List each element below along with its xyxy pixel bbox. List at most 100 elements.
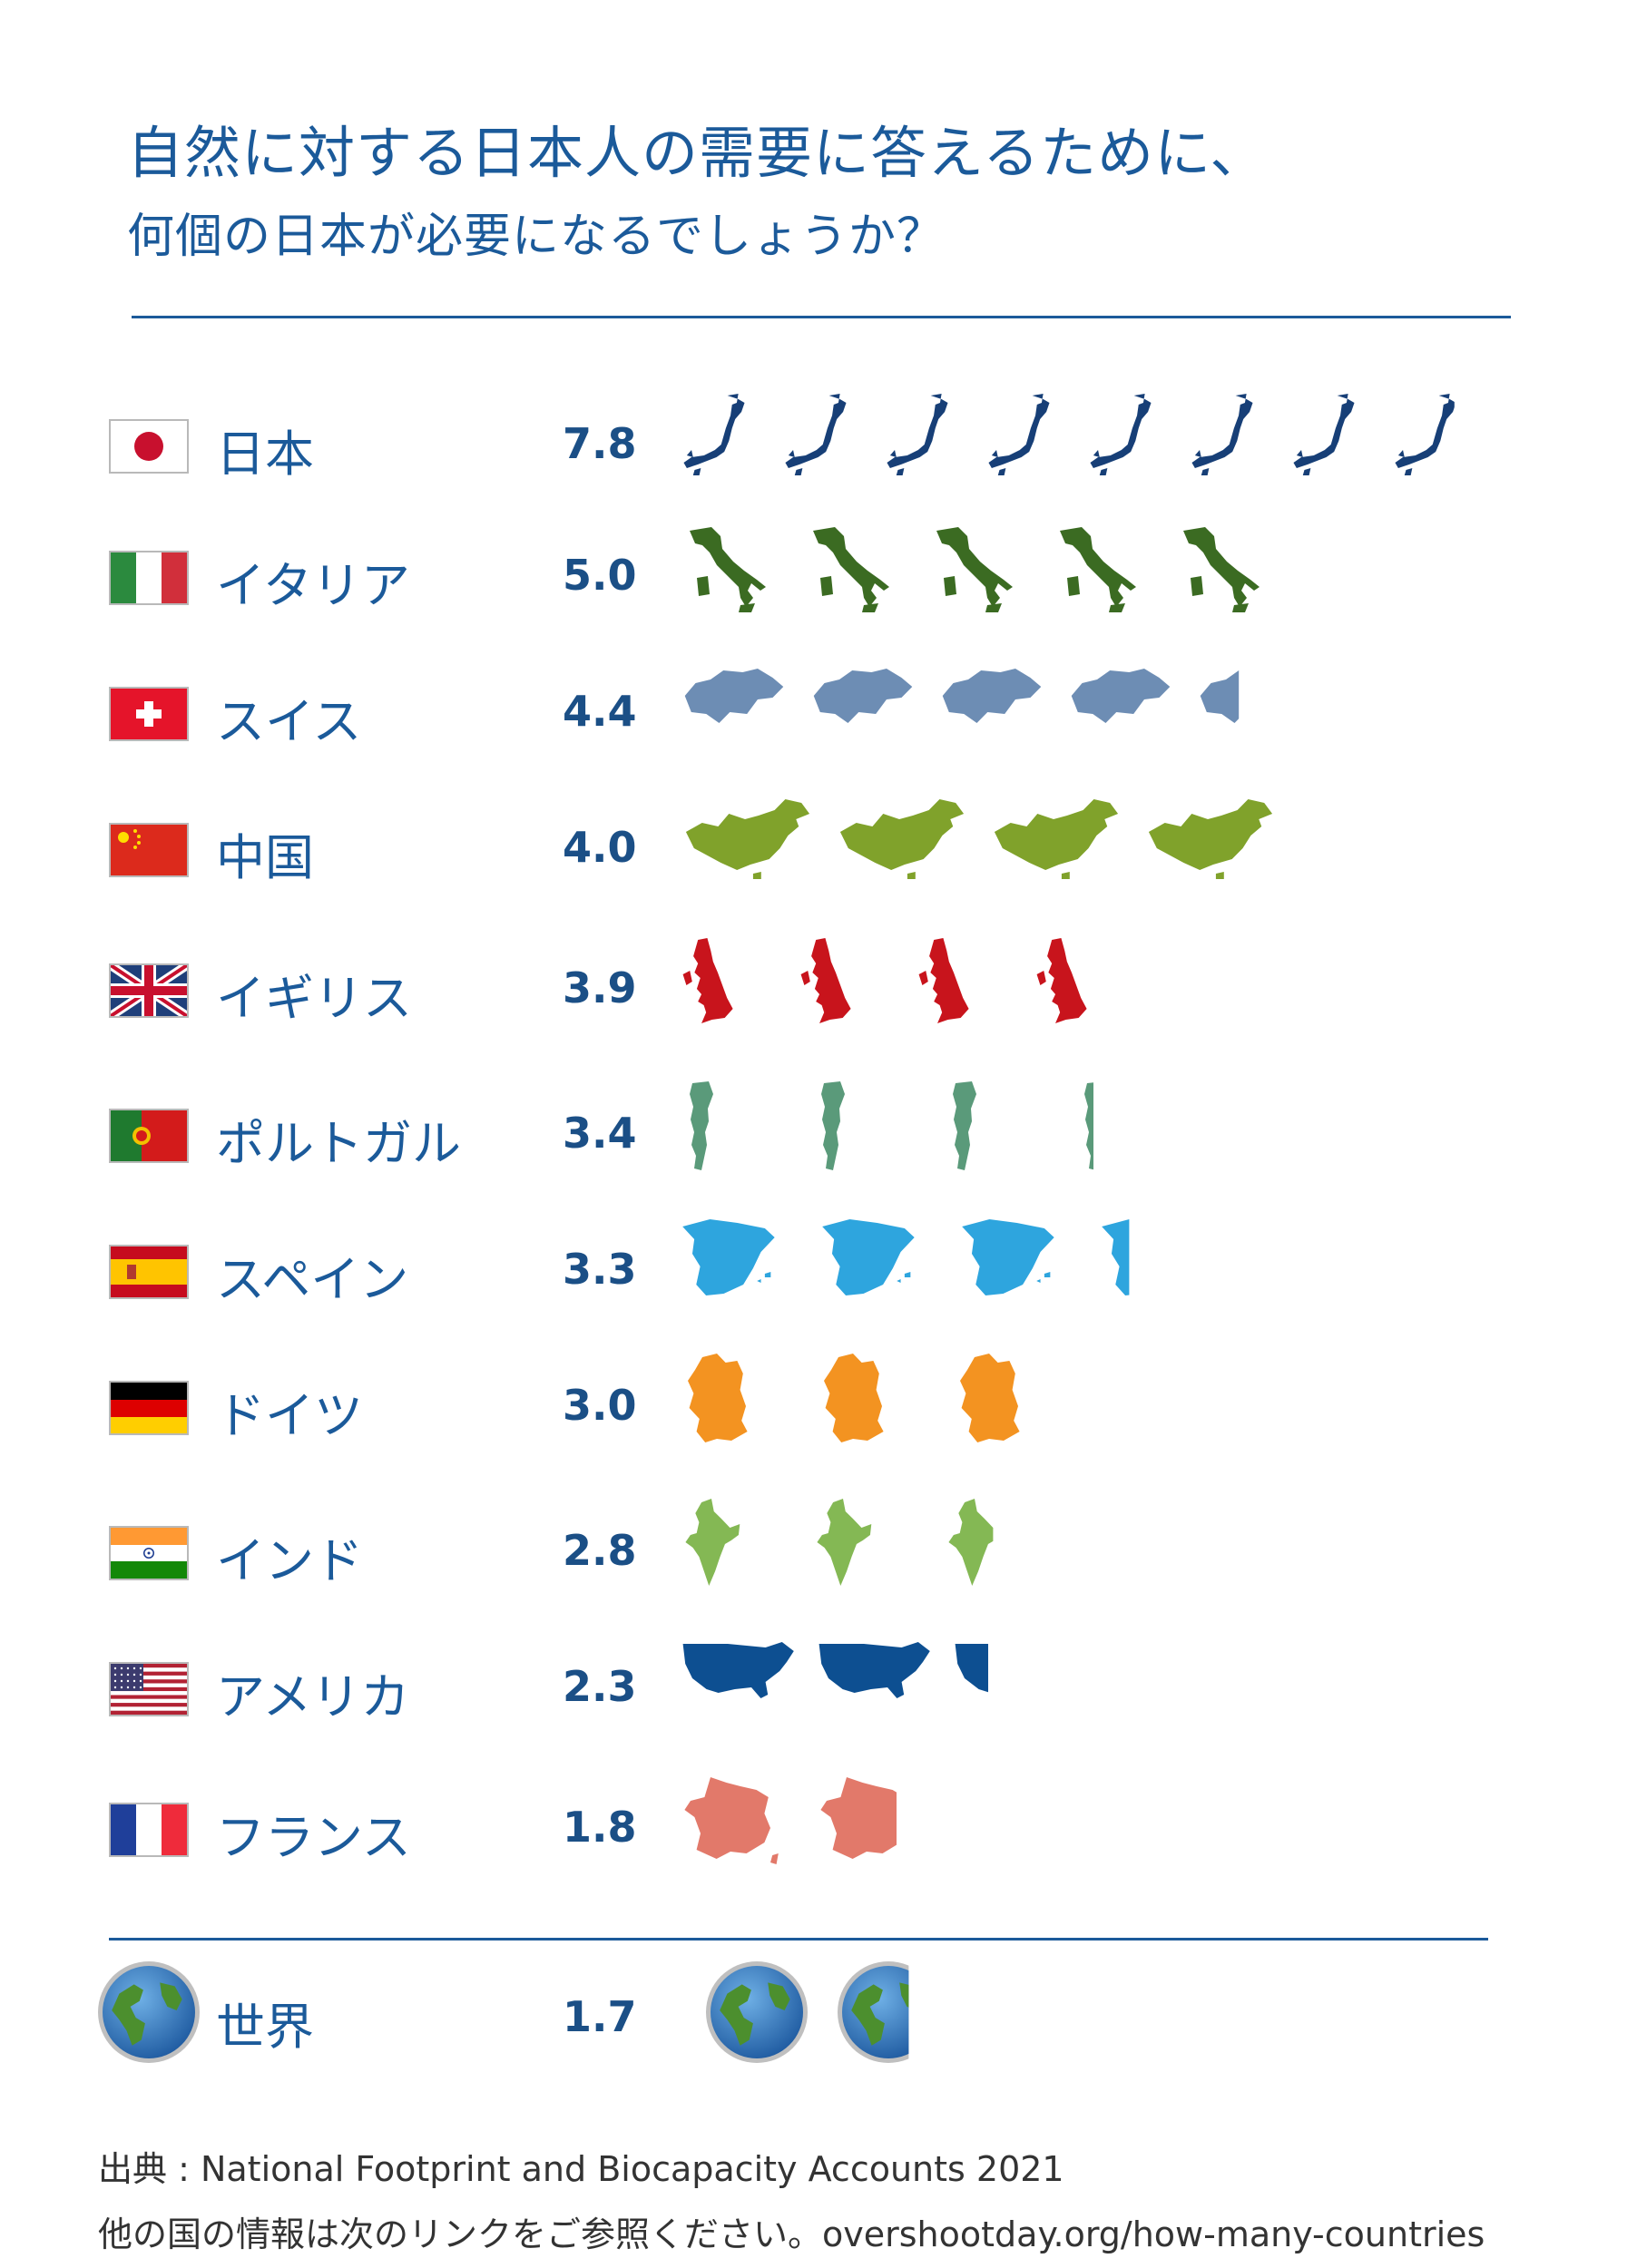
germany-icon: [824, 1354, 884, 1442]
china-icon: [685, 799, 810, 879]
pictogram-bar: [690, 1081, 1093, 1170]
source-link-url[interactable]: overshootday.org/how-many-countries: [822, 2214, 1485, 2254]
chart-row: スイス 4.4: [0, 649, 1637, 776]
value-label: 3.3: [563, 1245, 637, 1294]
portugal-icon: [1084, 1082, 1093, 1170]
category-label: 世界: [216, 1999, 314, 2056]
spain-icon: [682, 1219, 775, 1295]
flag-usa-icon: [109, 1662, 189, 1716]
pictogram-bar: [684, 1777, 897, 1864]
germany-icon: [960, 1354, 1020, 1442]
switzerland-icon: [1200, 670, 1240, 723]
japan-icon: [1293, 394, 1355, 475]
chart-row: イギリス 3.9: [0, 925, 1637, 1052]
pictogram-bar: [688, 1354, 1020, 1442]
value-label: 2.3: [563, 1662, 637, 1711]
value-label: 7.8: [563, 419, 637, 468]
spain-icon: [1102, 1219, 1130, 1295]
uk-icon: [800, 938, 851, 1023]
flag-portugal-icon: [109, 1109, 189, 1163]
value-label: 2.8: [563, 1526, 637, 1575]
japan-icon: [887, 394, 948, 475]
flag-france-icon: [109, 1803, 189, 1857]
chart-row: インド 2.8: [0, 1488, 1637, 1615]
usa-icon: [682, 1642, 794, 1698]
chart-row: イタリア 5.0: [0, 513, 1637, 640]
portugal-icon: [953, 1081, 976, 1170]
portugal-icon: [690, 1081, 713, 1170]
china-icon: [1148, 799, 1273, 879]
category-label: ドイツ: [216, 1387, 363, 1444]
switzerland-icon: [684, 669, 784, 723]
uk-icon: [1036, 938, 1087, 1023]
chart-row: スペイン 3.3: [0, 1207, 1637, 1334]
category-label: フランス: [216, 1809, 411, 1866]
usa-icon: [818, 1642, 930, 1698]
flag-india-icon: [109, 1526, 189, 1580]
value-label: 1.7: [563, 1992, 637, 2041]
india-icon: [948, 1499, 994, 1586]
chart-row: ドイツ 3.0: [0, 1343, 1637, 1470]
flag-spain-icon: [109, 1245, 189, 1299]
category-label: 中国: [216, 829, 314, 886]
uk-icon: [682, 938, 733, 1023]
uk-icon: [918, 938, 969, 1023]
flag-uk-icon: [109, 963, 189, 1018]
chart-row: ポルトガル 3.4: [0, 1070, 1637, 1198]
category-label: インド: [216, 1532, 363, 1589]
japan-icon: [1395, 394, 1455, 475]
value-label: 5.0: [563, 551, 637, 600]
source-link-line: 他の国の情報は次のリンクをご参照ください。overshootday.org/ho…: [98, 2206, 1485, 2256]
india-icon: [685, 1499, 740, 1586]
italy-icon: [813, 527, 889, 612]
chart-title: 自然に対する日本人の需要に答えるために、: [127, 120, 1268, 186]
italy-icon: [1060, 527, 1136, 612]
spain-icon: [822, 1219, 915, 1295]
pictogram-bar: [706, 1961, 909, 2063]
globe-icon: [706, 1961, 808, 2063]
italy-icon: [936, 527, 1013, 612]
value-label: 3.9: [563, 963, 637, 1012]
switzerland-icon: [813, 669, 913, 723]
flag-germany-icon: [109, 1381, 189, 1435]
france-icon: [684, 1777, 779, 1864]
source-line: 出典 : National Footprint and Biocapacity …: [98, 2149, 1064, 2189]
japan-icon: [785, 394, 847, 475]
value-label: 4.4: [563, 687, 637, 736]
bottom-divider: [109, 1938, 1488, 1941]
flag-japan-icon: [109, 419, 189, 474]
chart-row: アメリカ 2.3: [0, 1624, 1637, 1751]
japan-icon: [1090, 394, 1152, 475]
chart-row: 中国 4.0: [0, 785, 1637, 912]
chart-row: 世界 1.7: [0, 1961, 1637, 2096]
value-label: 4.0: [563, 823, 637, 872]
pictogram-bar: [685, 1499, 994, 1586]
switzerland-icon: [942, 669, 1042, 723]
value-label: 3.4: [563, 1109, 637, 1158]
pictogram-bar: [682, 1642, 988, 1698]
pictogram-bar: [682, 938, 1087, 1023]
category-label: イギリス: [216, 970, 412, 1027]
chart-row: フランス 1.8: [0, 1765, 1637, 1892]
category-label: アメリカ: [216, 1668, 410, 1725]
category-label: 日本: [216, 425, 314, 483]
india-icon: [817, 1499, 872, 1586]
flag-switzerland-icon: [109, 687, 189, 741]
category-label: ポルトガル: [216, 1115, 461, 1172]
portugal-icon: [821, 1081, 845, 1170]
value-label: 3.0: [563, 1381, 637, 1430]
italy-icon: [1183, 527, 1260, 612]
pictogram-bar: [683, 394, 1455, 475]
japan-icon: [683, 394, 745, 475]
japan-icon: [988, 394, 1050, 475]
pictogram-bar: [690, 527, 1260, 612]
usa-icon: [955, 1644, 988, 1693]
value-label: 1.8: [563, 1803, 637, 1852]
italy-icon: [690, 527, 766, 612]
category-label: スイス: [216, 693, 362, 750]
flag-china-icon: [109, 823, 189, 877]
category-label: イタリア: [216, 557, 410, 614]
chart-row: 日本 7.8: [0, 381, 1637, 508]
france-icon: [820, 1777, 897, 1859]
china-icon: [839, 799, 965, 879]
